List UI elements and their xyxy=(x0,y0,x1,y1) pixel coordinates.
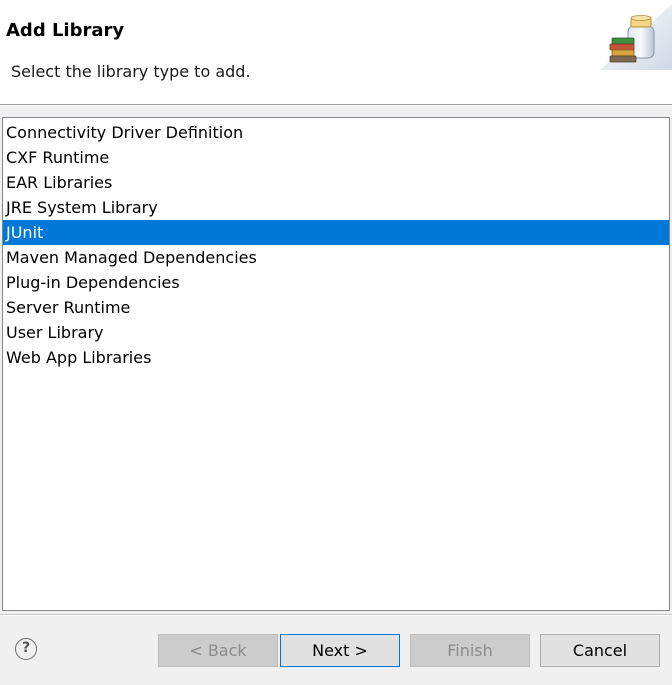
page-title: Add Library xyxy=(6,20,125,41)
help-icon[interactable]: ? xyxy=(15,638,37,660)
list-item[interactable]: CXF Runtime xyxy=(3,145,669,170)
list-item[interactable]: JRE System Library xyxy=(3,195,669,220)
back-button[interactable]: < Back xyxy=(158,634,278,667)
finish-button[interactable]: Finish xyxy=(410,634,530,667)
cancel-button[interactable]: Cancel xyxy=(540,634,660,667)
page-description: Select the library type to add. xyxy=(11,62,251,81)
list-item[interactable]: Maven Managed Dependencies xyxy=(3,245,669,270)
wizard-content: Connectivity Driver Definition CXF Runtim… xyxy=(0,106,672,614)
wizard-header: Add Library Select the library type to a… xyxy=(0,0,672,104)
list-item[interactable]: User Library xyxy=(3,320,669,345)
list-item[interactable]: Web App Libraries xyxy=(3,345,669,370)
library-type-list[interactable]: Connectivity Driver Definition CXF Runtim… xyxy=(2,117,670,611)
list-item[interactable]: Connectivity Driver Definition xyxy=(3,120,669,145)
list-item[interactable]: JUnit xyxy=(3,220,669,245)
list-item[interactable]: Plug-in Dependencies xyxy=(3,270,669,295)
next-button[interactable]: Next > xyxy=(280,634,400,667)
list-item[interactable]: Server Runtime xyxy=(3,295,669,320)
library-jar-books-icon xyxy=(600,4,672,70)
list-item[interactable]: EAR Libraries xyxy=(3,170,669,195)
footer-separator-highlight xyxy=(0,615,672,616)
